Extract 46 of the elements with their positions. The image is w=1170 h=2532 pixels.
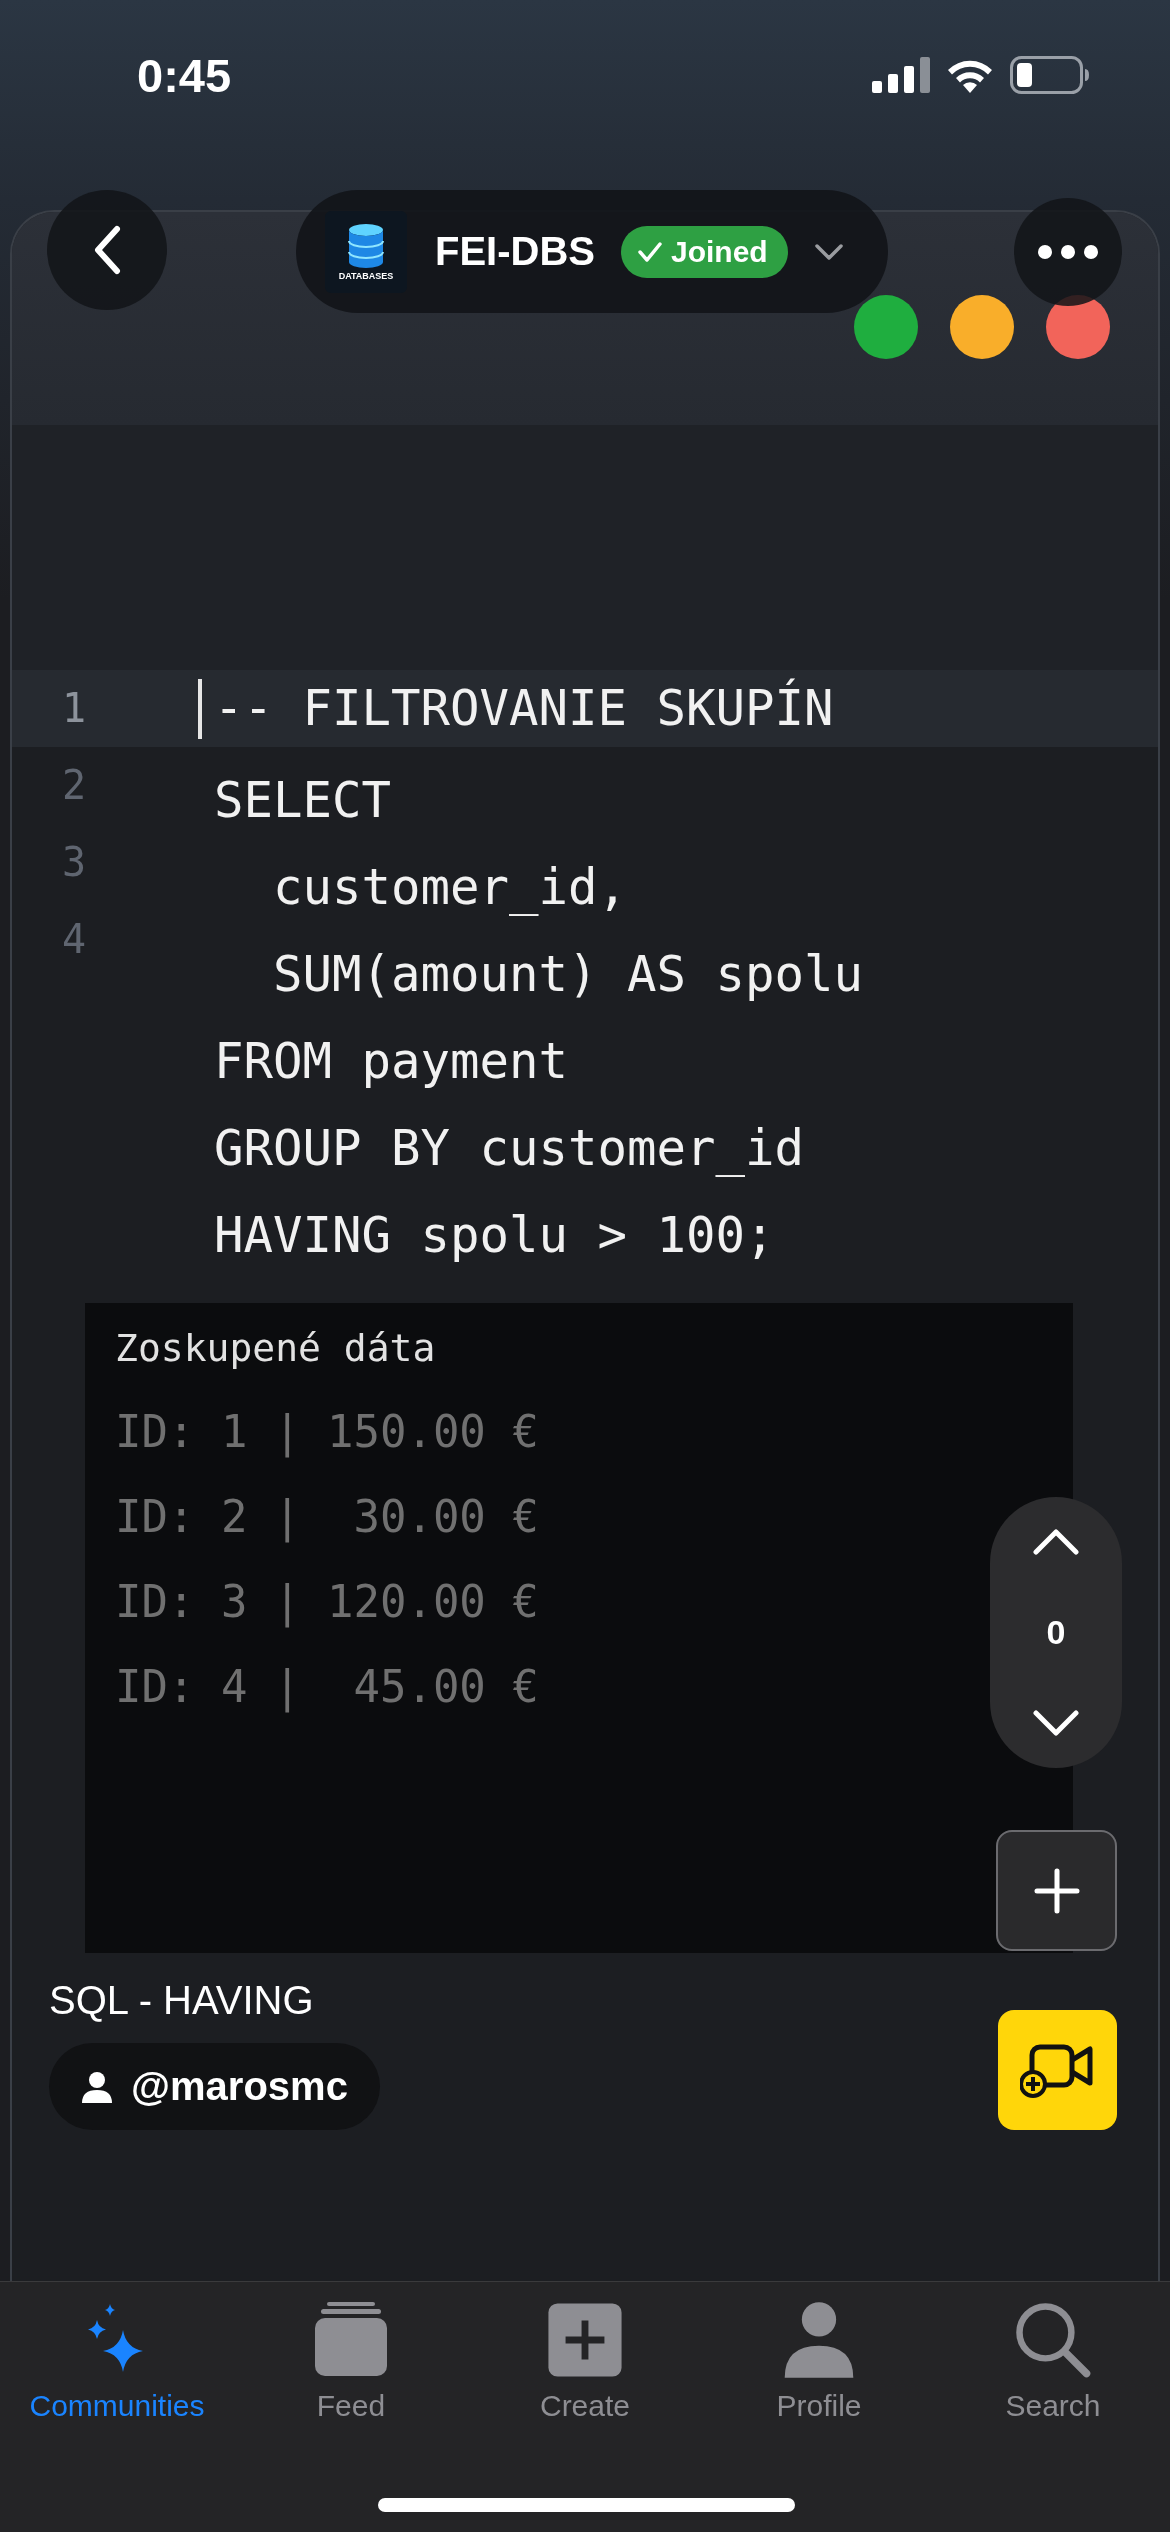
signal-icon [872, 57, 930, 93]
output-row-text: ID: 4 | 45.00 € [115, 1660, 540, 1715]
code-text: -- FILTROVANIE SKUPÍN [214, 680, 834, 737]
code-text: GROUP BY customer_id [214, 1120, 804, 1177]
check-icon [637, 240, 663, 263]
plus-icon [1033, 1867, 1080, 1914]
line-number: 4 [61, 915, 88, 964]
status-time: 0:45 [137, 47, 232, 103]
community-header[interactable]: DATABASES FEI-DBS Joined [296, 190, 888, 313]
line-number: 2 [61, 761, 88, 810]
video-title: SQL - HAVING [49, 1977, 314, 2024]
add-button[interactable] [996, 1830, 1117, 1951]
tab-bar-item[interactable]: Profile [702, 2282, 936, 2442]
output-title: Zoskupené dáta [115, 1325, 437, 1372]
tab-bar-item[interactable]: Feed [234, 2282, 468, 2442]
output-row-text: ID: 2 | 30.00 € [115, 1490, 540, 1545]
line-number: 1 [12, 670, 152, 747]
logo-caption: DATABASES [338, 270, 394, 281]
code-text: HAVING spolu > 100; [214, 1207, 775, 1264]
record-video-button[interactable] [998, 2010, 1117, 2130]
create-icon [545, 2300, 625, 2380]
tab-bar-item[interactable]: Communities [0, 2282, 234, 2442]
community-name: FEI-DBS [435, 229, 595, 274]
text-cursor [198, 678, 202, 739]
back-icon [93, 225, 121, 275]
code-text: SELECT [214, 772, 391, 829]
chevron-up-icon [1033, 1529, 1079, 1555]
database-icon [346, 222, 386, 269]
author-button[interactable]: @marosmc [49, 2043, 380, 2130]
more-icon [1038, 245, 1098, 259]
person-icon [81, 2070, 113, 2103]
code-text: SUM(amount) AS spolu [272, 946, 863, 1003]
joined-badge: Joined [621, 225, 788, 278]
code-text: FROM payment [214, 1033, 568, 1090]
tab-bar-item[interactable]: Search [936, 2282, 1170, 2442]
output-row-text: ID: 3 | 120.00 € [115, 1575, 540, 1630]
chevron-down-icon [1033, 1710, 1079, 1736]
battery-icon [1010, 56, 1090, 94]
chevron-down-icon [813, 242, 844, 261]
scroll-count: 0 [1046, 1613, 1066, 1652]
video-camera-icon [1019, 2042, 1096, 2098]
tab-bar-item[interactable]: Create [468, 2282, 702, 2442]
code-text: customer_id, [272, 859, 627, 916]
search-icon [1013, 2300, 1093, 2380]
output-row-text: ID: 1 | 150.00 € [115, 1405, 540, 1460]
line-number: 3 [61, 838, 88, 887]
